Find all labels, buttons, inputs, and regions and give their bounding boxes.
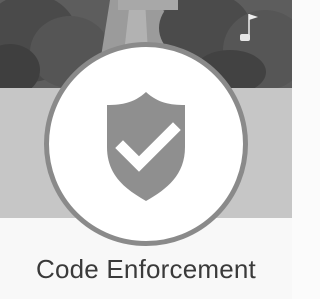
shield-check-icon bbox=[107, 92, 185, 201]
code-enforcement-card[interactable]: Code Enforcement bbox=[0, 0, 292, 299]
card-title: Code Enforcement bbox=[36, 254, 256, 284]
emblem-circle bbox=[44, 42, 248, 246]
